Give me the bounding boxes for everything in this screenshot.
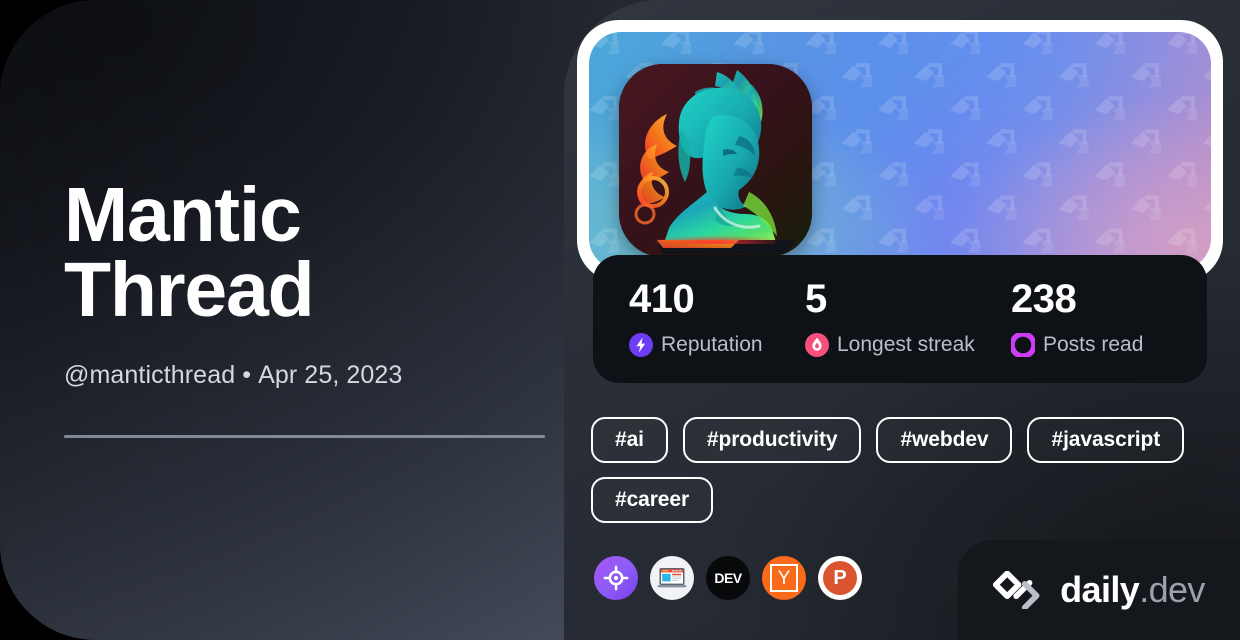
stat-label: Reputation <box>661 333 763 356</box>
tag-chip[interactable]: #ai <box>591 417 668 463</box>
stat-posts-read: 238 Posts read <box>1011 279 1191 383</box>
source-web[interactable] <box>650 556 694 600</box>
web-browser-icon <box>657 568 687 588</box>
profile-share-card: Mantic Thread @manticthread • Apr 25, 2023 <box>0 0 1240 640</box>
meta-separator: • <box>242 360 252 389</box>
brand-suffix: .dev <box>1139 569 1205 610</box>
stat-value: 410 <box>629 277 695 321</box>
daily-dev-logo-icon <box>993 571 1040 609</box>
squad-target-icon <box>603 565 629 591</box>
stat-reputation: 410 Reputation <box>629 279 805 383</box>
stat-label: Longest streak <box>837 333 975 356</box>
section-divider <box>64 435 545 438</box>
profile-handle: @manticthread <box>64 360 236 389</box>
stat-value: 238 <box>1011 277 1077 321</box>
brand-text: daily.dev <box>1060 572 1205 608</box>
tag-chip[interactable]: #javascript <box>1027 417 1185 463</box>
page-title: Mantic Thread <box>64 172 315 334</box>
stat-label-wrap: Longest streak <box>805 333 1011 357</box>
stat-label-wrap: Reputation <box>629 333 805 357</box>
cover-image <box>589 32 1211 270</box>
brand-name: daily <box>1060 569 1140 610</box>
stat-label: Posts read <box>1043 333 1144 356</box>
posts-read-ring-icon <box>1011 333 1035 357</box>
stat-label-wrap: Posts read <box>1011 333 1191 357</box>
streak-flame-icon <box>805 333 829 357</box>
stat-value: 5 <box>805 277 827 321</box>
tag-chip[interactable]: #career <box>591 477 714 523</box>
reputation-bolt-icon <box>629 333 653 357</box>
brand-badge: daily.dev <box>958 540 1240 640</box>
cover-frame <box>577 20 1223 282</box>
hackernews-icon-label: Y <box>770 564 798 592</box>
devto-icon-label: DEV <box>714 570 742 586</box>
avatar <box>619 64 812 257</box>
source-hackernews[interactable]: Y <box>762 556 806 600</box>
profile-joined-date: Apr 25, 2023 <box>258 360 403 389</box>
source-producthunt[interactable]: P <box>818 556 862 600</box>
profile-identity-block: Mantic Thread @manticthread • Apr 25, 2023 <box>64 172 544 390</box>
profile-meta: @manticthread • Apr 25, 2023 <box>64 361 544 390</box>
tag-chip[interactable]: #productivity <box>682 417 862 463</box>
stat-longest-streak: 5 Longest streak <box>805 279 1011 383</box>
tag-list: #ai #productivity #webdev #javascript #c… <box>591 417 1191 523</box>
producthunt-icon-label: P <box>823 561 857 595</box>
source-list: DEV Y P <box>594 556 862 600</box>
stats-bar: 410 Reputation 5 Longest streak 238 Post… <box>593 255 1207 383</box>
source-squad[interactable] <box>594 556 638 600</box>
source-devto[interactable]: DEV <box>706 556 750 600</box>
tag-chip[interactable]: #webdev <box>876 417 1013 463</box>
